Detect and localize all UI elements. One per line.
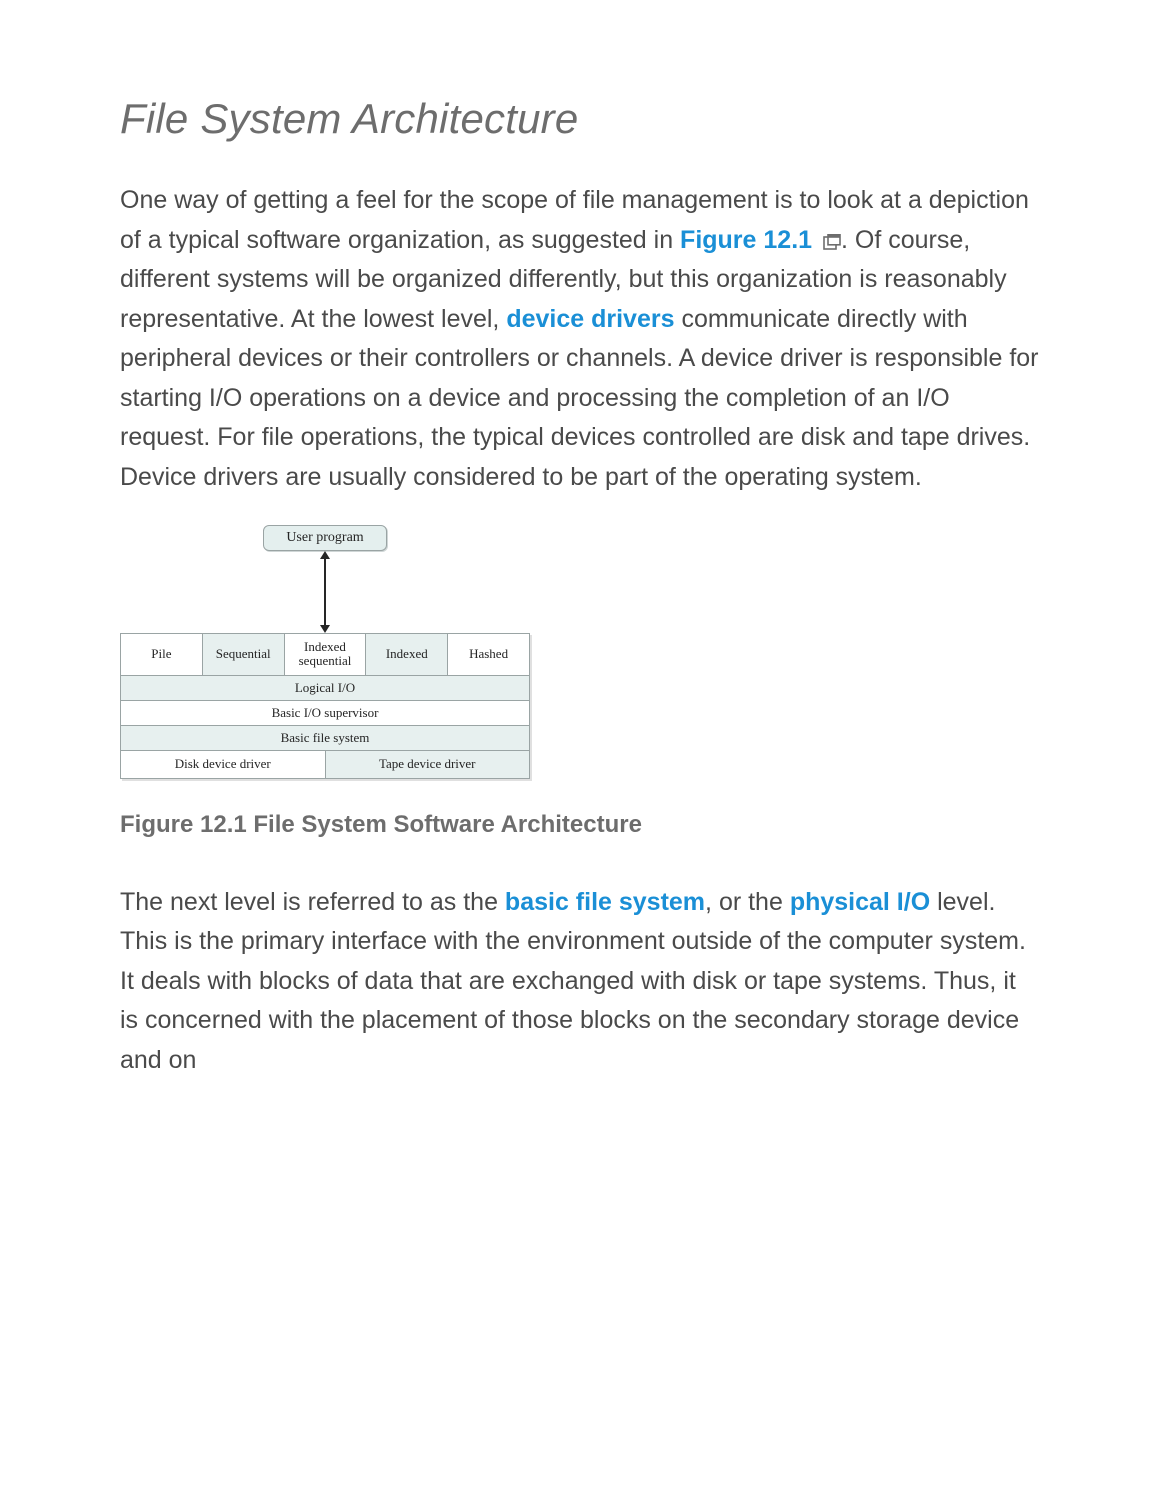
driver-cell: Tape device driver [325, 751, 530, 777]
diagram-box-user-program: User program [263, 525, 387, 551]
architecture-diagram: User program Pile Sequential Indexed seq… [120, 525, 530, 779]
popup-window-icon[interactable] [823, 234, 841, 250]
driver-cell: Disk device driver [121, 751, 325, 777]
access-method-cell: Pile [121, 634, 202, 675]
diagram-row-logical-io: Logical I/O [121, 675, 529, 700]
physical-io-link[interactable]: physical I/O [790, 888, 930, 916]
diagram-row-access-methods: Pile Sequential Indexed sequential Index… [121, 634, 529, 675]
access-method-cell: Hashed [447, 634, 529, 675]
layer-cell: Basic file system [121, 726, 529, 750]
paragraph-1: One way of getting a feel for the scope … [120, 181, 1039, 497]
access-method-cell: Indexed [365, 634, 447, 675]
basic-file-system-link[interactable]: basic file system [505, 888, 705, 916]
figure-12-1-link[interactable]: Figure 12.1 [680, 226, 812, 254]
figure-caption: Figure 12.1 File System Software Archite… [120, 811, 1039, 839]
paragraph-2: The next level is referred to as the bas… [120, 883, 1039, 1081]
bidirectional-arrow-icon [324, 551, 326, 633]
document-page: File System Architecture One way of gett… [0, 0, 1159, 1168]
layer-cell: Basic I/O supervisor [121, 701, 529, 725]
section-heading: File System Architecture [120, 95, 1039, 143]
access-method-cell: Sequential [202, 634, 284, 675]
diagram-row-device-drivers: Disk device driver Tape device driver [121, 750, 529, 777]
figure-12-1: User program Pile Sequential Indexed seq… [120, 525, 1039, 839]
para2-text-2: , or the [705, 888, 790, 916]
diagram-row-basic-file-system: Basic file system [121, 725, 529, 750]
diagram-layer-stack: Pile Sequential Indexed sequential Index… [120, 633, 530, 779]
device-drivers-link[interactable]: device drivers [506, 305, 674, 333]
access-method-cell: Indexed sequential [284, 634, 366, 675]
layer-cell: Logical I/O [121, 676, 529, 700]
diagram-row-basic-io-supervisor: Basic I/O supervisor [121, 700, 529, 725]
para2-text-1: The next level is referred to as the [120, 888, 505, 916]
